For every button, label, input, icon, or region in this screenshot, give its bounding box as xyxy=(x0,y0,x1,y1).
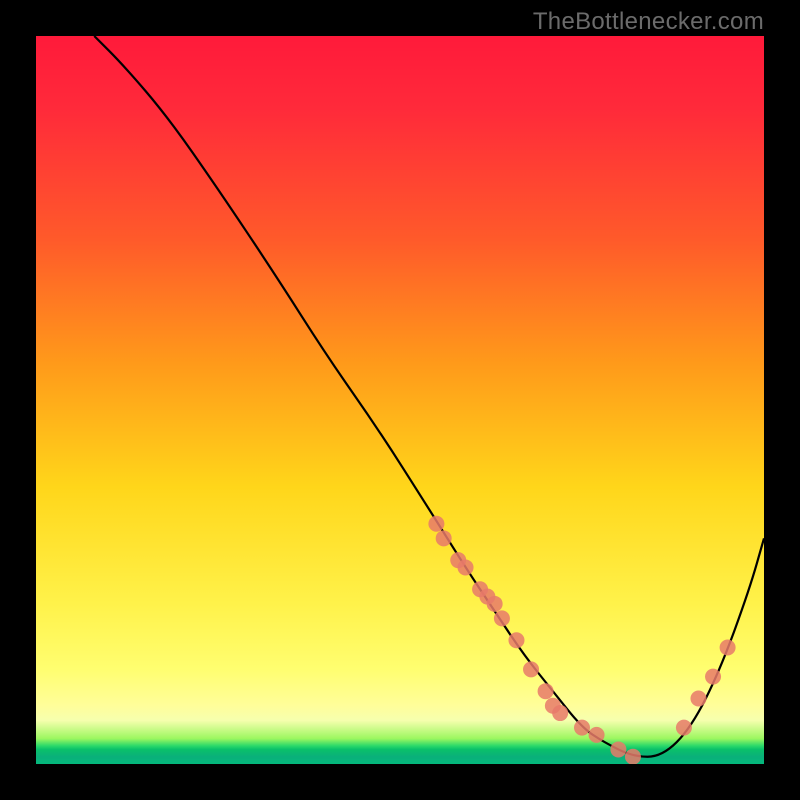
highlight-dot xyxy=(523,661,539,677)
highlight-dot xyxy=(552,705,568,721)
highlight-dot xyxy=(487,596,503,612)
bottleneck-curve xyxy=(94,36,764,757)
highlight-dot xyxy=(494,610,510,626)
highlight-dots-group xyxy=(428,516,735,764)
highlight-dot xyxy=(625,749,641,764)
highlight-dot xyxy=(610,741,626,757)
highlight-dot xyxy=(720,640,736,656)
highlight-dot xyxy=(690,690,706,706)
highlight-dot xyxy=(508,632,524,648)
highlight-dot xyxy=(705,669,721,685)
highlight-dot xyxy=(428,516,444,532)
chart-svg xyxy=(36,36,764,764)
chart-gradient-background xyxy=(36,36,764,764)
watermark-text: TheBottlenecker.com xyxy=(533,8,764,36)
highlight-dot xyxy=(676,720,692,736)
highlight-dot xyxy=(458,559,474,575)
highlight-dot xyxy=(436,530,452,546)
chart-frame: TheBottlenecker.com xyxy=(0,0,800,800)
highlight-dot xyxy=(589,727,605,743)
highlight-dot xyxy=(574,720,590,736)
highlight-dot xyxy=(538,683,554,699)
